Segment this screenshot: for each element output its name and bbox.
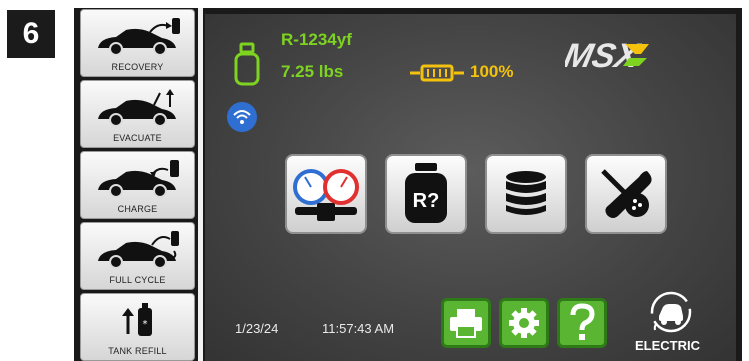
recovery-button[interactable]: RECOVERY xyxy=(80,9,195,77)
tank-button-label: R? xyxy=(413,190,440,212)
main-screen: R-1234yf 7.25 lbs 100% MSX R? 1/23/24 11… xyxy=(205,14,736,361)
refrigerant-tank-question-icon: R? xyxy=(405,163,447,223)
tank-refill-icon: * xyxy=(121,303,152,336)
electric-car-icon xyxy=(650,291,692,333)
database-button[interactable] xyxy=(485,154,567,234)
car-recovery-icon xyxy=(97,18,180,56)
sidebar-item-label: CHARGE xyxy=(117,204,158,214)
step-number-badge: 6 xyxy=(7,10,55,58)
date-display: 1/23/24 xyxy=(235,321,279,336)
evacuate-button[interactable]: EVACUATE xyxy=(80,80,195,148)
refrigerant-id-button[interactable]: R? xyxy=(385,154,467,234)
manifold-gauges-icon xyxy=(293,169,359,221)
charge-button[interactable]: CHARGE xyxy=(80,151,195,219)
refrigerant-tank-icon xyxy=(234,42,260,86)
time-display: 11:57:43 AM xyxy=(322,321,395,336)
help-button[interactable] xyxy=(557,298,607,348)
wrench-screwdriver-icon xyxy=(601,169,652,218)
msx-logo: MSX xyxy=(565,37,649,74)
refrigerant-weight: 7.25 lbs xyxy=(281,62,344,81)
printer-icon xyxy=(450,309,482,338)
tank-refill-button[interactable]: * TANK REFILL xyxy=(80,293,195,361)
sidebar-item-label: TANK REFILL xyxy=(108,346,167,356)
sidebar-item-label: FULL CYCLE xyxy=(109,275,166,285)
svg-text:*: * xyxy=(142,319,147,330)
battery-percentage: 100% xyxy=(470,62,514,81)
power-mode-label: ELECTRIC xyxy=(635,338,700,353)
database-icon xyxy=(506,171,546,215)
car-evacuate-icon xyxy=(97,89,176,127)
sidebar-item-label: EVACUATE xyxy=(113,133,162,143)
battery-icon xyxy=(410,64,464,82)
sidebar-divider xyxy=(198,8,203,361)
gear-icon xyxy=(509,308,539,338)
sidebar: RECOVERY EVACUATE CHARGE FULL CYCLE * TA… xyxy=(80,8,195,361)
wifi-icon[interactable] xyxy=(227,102,257,132)
full-cycle-button[interactable]: FULL CYCLE xyxy=(80,222,195,290)
car-full-cycle-icon xyxy=(97,231,179,269)
sidebar-item-label: RECOVERY xyxy=(111,62,164,72)
gauges-button[interactable] xyxy=(285,154,367,234)
logo-text: MSX xyxy=(565,37,644,74)
car-charge-icon xyxy=(97,160,179,198)
service-tools-button[interactable] xyxy=(585,154,667,234)
refrigerant-type: R-1234yf xyxy=(281,30,352,49)
print-button[interactable] xyxy=(441,298,491,348)
question-mark-icon xyxy=(570,303,595,340)
settings-button[interactable] xyxy=(499,298,549,348)
